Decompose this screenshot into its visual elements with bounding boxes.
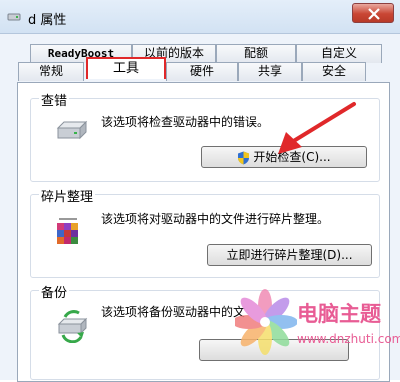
watermark-text: 电脑主题 [297,302,381,326]
flower-logo-icon [235,289,297,355]
close-icon [368,8,380,20]
defragment-now-label: 立即进行碎片整理(D)... [226,248,353,262]
close-button[interactable] [352,3,394,23]
watermark: 电脑主题 www.dnzhuti.com [235,286,400,376]
tab-quota[interactable]: 配额 [216,44,296,63]
group-title: 碎片整理 [39,186,96,205]
tab-hardware[interactable]: 硬件 [166,62,238,81]
window-title: d 属性 [28,13,67,28]
red-arrow-annotation [278,102,356,154]
drive-icon [7,13,21,21]
watermark-url: www.dnzhuti.com [297,332,400,346]
group-description: 该选项将检查驱动器中的错误。 [101,115,270,129]
tab-sharing[interactable]: 共享 [238,62,302,81]
defragment-now-button[interactable]: 立即进行碎片整理(D)... [207,244,372,266]
title-bar: d 属性 [0,0,400,34]
group-description: 该选项将备份驱动器中的文 [101,305,246,319]
backup-icon [57,310,88,343]
defrag-icon [57,218,78,244]
tab-security[interactable]: 安全 [302,62,366,81]
hard-drive-icon [56,120,88,140]
group-description: 该选项将对驱动器中的文件进行碎片整理。 [101,212,330,226]
group-title: 查错 [39,90,70,109]
uac-shield-icon [238,151,250,164]
tab-tools[interactable]: 工具 [86,57,166,79]
tab-customize[interactable]: 自定义 [296,44,382,63]
group-title: 备份 [39,282,70,301]
defrag-group: 碎片整理 该选项将对驱动器中的文件进行碎片整理。 立即进行碎片整理(D)... [30,186,380,278]
tab-general[interactable]: 常规 [18,62,84,81]
